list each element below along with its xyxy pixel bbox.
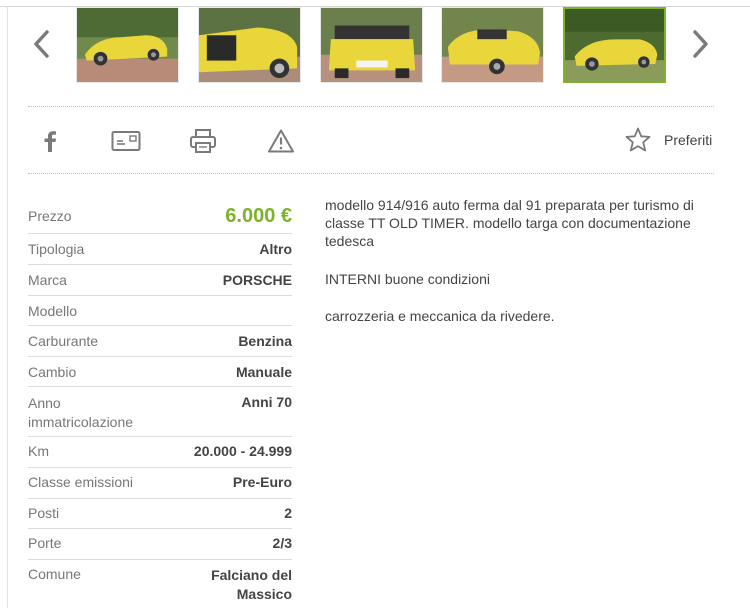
spec-row: Km 20.000 - 24.999 (28, 436, 292, 467)
spec-value: PORSCHE (222, 272, 292, 288)
spec-row: Carburante Benzina (28, 325, 292, 356)
car-photo-5 (565, 9, 664, 81)
spec-row: Anno immatricolazione Anni 70 (28, 386, 292, 436)
report-warning-icon (268, 129, 294, 153)
spec-row: Comune Falciano del Massico (28, 559, 292, 608)
divider-top (28, 106, 714, 107)
spec-row: Posti 2 (28, 498, 292, 528)
spec-label: Comune (28, 566, 81, 582)
spec-label: Modello (28, 303, 78, 319)
spec-label: Km (28, 443, 49, 459)
gallery-thumbnail-2[interactable] (198, 7, 301, 83)
spec-row: Cambio Manuale (28, 356, 292, 386)
description-paragraph: modello 914/916 auto ferma dal 91 prepar… (325, 197, 694, 249)
gallery-thumbnail-1[interactable] (76, 7, 179, 83)
share-facebook-button[interactable] (36, 124, 64, 158)
spec-row: Modello (28, 295, 292, 325)
report-button[interactable] (265, 124, 297, 158)
spec-label: Carburante (28, 333, 99, 349)
spec-label: Cambio (28, 364, 77, 380)
frame-left-border (7, 6, 8, 608)
price-value: 6.000 € (225, 204, 292, 227)
email-icon (111, 131, 141, 151)
spec-label: Marca (28, 272, 67, 288)
spec-row-price: Prezzo 6.000 € (28, 197, 292, 233)
spec-row: Classe emissioni Pre-Euro (28, 467, 292, 498)
spec-label: Porte (28, 535, 62, 551)
divider-middle (28, 173, 714, 174)
gallery-next-button[interactable] (684, 26, 716, 62)
car-photo-2 (199, 8, 300, 82)
spec-label: Anno immatricolazione (28, 395, 134, 430)
print-icon (190, 129, 216, 153)
favorites-button[interactable]: Preferiti (624, 124, 712, 156)
gallery-thumbnail-4[interactable] (441, 7, 544, 83)
listing-description: modello 914/916 auto ferma dal 91 prepar… (325, 196, 720, 325)
spec-value: Anni 70 (241, 394, 292, 410)
spec-value: Altro (259, 241, 292, 257)
car-photo-4 (442, 8, 543, 82)
description-paragraph: carrozzeria e meccanica da rivedere. (325, 308, 555, 324)
share-email-button[interactable] (110, 124, 142, 158)
spec-value: 2 (284, 505, 292, 521)
spec-row: Porte 2/3 (28, 528, 292, 559)
spec-value: 2/3 (272, 535, 292, 551)
favorites-label: Preferiti (664, 132, 713, 148)
spec-label: Tipologia (28, 241, 85, 257)
print-button[interactable] (188, 124, 218, 158)
spec-label: Classe emissioni (28, 474, 134, 490)
chevron-left-icon (34, 30, 49, 58)
spec-row: Marca PORSCHE (28, 264, 292, 295)
car-photo-1 (77, 8, 178, 82)
chevron-right-icon (693, 30, 708, 58)
spec-label: Posti (28, 505, 60, 521)
star-icon (625, 127, 651, 152)
spec-label: Prezzo (28, 208, 72, 224)
spec-value: Manuale (235, 364, 292, 380)
spec-value: Pre-Euro (232, 474, 292, 490)
specs-table: Prezzo 6.000 € Tipologia Altro Marca POR… (28, 197, 292, 608)
facebook-icon (44, 131, 56, 152)
gallery-thumbnail-3[interactable] (320, 7, 423, 83)
spec-value: 20.000 - 24.999 (193, 443, 292, 459)
gallery-thumbnail-5[interactable] (563, 7, 666, 83)
description-paragraph: INTERNI buone condizioni (325, 271, 490, 287)
car-photo-3 (321, 8, 422, 82)
spec-value: Benzina (238, 333, 292, 349)
spec-row: Tipologia Altro (28, 233, 292, 264)
gallery-prev-button[interactable] (26, 26, 58, 62)
spec-value: Falciano del Massico (211, 567, 292, 602)
